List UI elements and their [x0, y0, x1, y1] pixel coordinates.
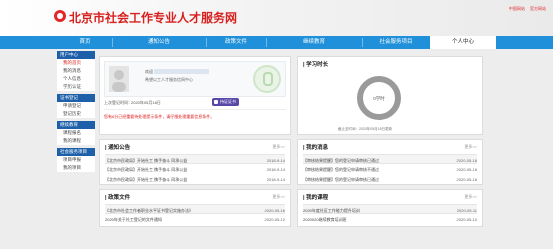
certificate-button[interactable]: 持证证书 — [212, 98, 239, 106]
messages-more-link[interactable]: 更多>> — [464, 144, 477, 150]
sidebar-item-my-projects[interactable]: 我的项目 — [57, 164, 95, 172]
sidebar-item-personal-info[interactable]: 个人信息 — [57, 75, 95, 83]
study-time-ring: 0学时 — [357, 76, 401, 120]
avatar-placeholder-icon — [112, 70, 126, 92]
username-redacted — [154, 69, 209, 74]
list-item-title: 【北京市民政局】开始社工 携手奋斗 同承公益 — [105, 177, 188, 182]
courses-title: | 我的课程 — [303, 195, 329, 201]
study-time-title: | 学习时长 — [303, 62, 329, 68]
policies-panel: | 政策文件 更多>> 《北京市社会工作者职业水平证书登记实施办法》 2020-0… — [99, 189, 291, 227]
top-link[interactable]: 中国网站 — [509, 6, 525, 11]
nav-item-education[interactable]: 继续教育 — [266, 36, 362, 49]
divider — [104, 109, 286, 110]
list-item[interactable]: 【审核结果提醒】您的登记申请审核已通过 2020-05-18 — [303, 174, 477, 184]
certificate-button-label: 持证证书 — [220, 99, 236, 104]
nav-item-service-projects[interactable]: 社会服务项目 — [362, 36, 430, 49]
profile-badge-icon — [253, 65, 281, 93]
ring-value-text: 0学时 — [373, 95, 385, 101]
site-title: 北京市社会工作专业人才服务网 — [69, 11, 238, 25]
sidebar-group-service-projects: 社会服务项目 — [57, 148, 95, 156]
list-item[interactable]: 《北京市社会工作者职业水平证书登记实施办法》 2020-05-16 — [105, 204, 285, 214]
list-item[interactable]: 【审核结果提醒】您的登记申请审核已通过 2020-05-18 — [303, 154, 477, 164]
list-item[interactable]: 【北京市民政局】开始社工 携手奋斗 同承公益 2018-9-14 — [105, 164, 285, 174]
sidebar-item-registration-history[interactable]: 登记历史 — [57, 110, 95, 118]
list-item-title: 2020020继续教育培训班 — [303, 217, 347, 222]
list-item-title: 【北京市民政局】开始社工 携手奋斗 同承公益 — [105, 167, 188, 172]
sidebar-item-education-cert[interactable]: 学历认证 — [57, 83, 95, 91]
nav-item-policies[interactable]: 政策文件 — [206, 36, 266, 49]
list-item[interactable]: 2020年关于社工登记的文件通知 2020-05-12 — [105, 214, 285, 224]
notices-title: | 通知公告 — [105, 145, 131, 151]
list-item-date: 2020-05-16 — [264, 208, 285, 213]
main-nav: 首页 通知公告 政策文件 继续教育 社会服务项目 个人中心 — [0, 36, 553, 49]
notices-panel: | 通知公告 更多>> 【北京市民政局】开始社工 携手奋斗 同承公益 2018-9… — [99, 139, 291, 185]
profile-panel: 欢迎 希望以工人才服务信网中心 上次登记时间： 2020年05月18日 持证证书… — [99, 56, 291, 135]
list-item-date: 2018-9-14 — [266, 167, 285, 172]
sidebar-item-my-home[interactable]: 我的首页 — [57, 59, 95, 67]
study-time-panel: | 学习时长 0学时 截止至时间：2020年05月18日更新 — [297, 56, 483, 135]
top-links: 中国网站 官方网站 — [505, 6, 546, 12]
certificate-icon — [214, 100, 218, 104]
list-item-date: 2020-05-18 — [456, 158, 477, 163]
messages-title: | 我的消息 — [303, 145, 329, 151]
list-item[interactable]: 【审核结果提醒】您的登记申请审核不通过 2020-05-18 — [303, 164, 477, 174]
last-login-value: 2020年05月18日 — [131, 100, 161, 105]
profile-subtitle: 希望以工人才服务信网中心 — [145, 77, 193, 82]
sidebar-item-my-messages[interactable]: 我的消息 — [57, 67, 95, 75]
list-item-title: 【审核结果提醒】您的登记申请审核不通过 — [303, 167, 379, 172]
sidebar: 用户中心 我的首页 我的消息 个人信息 学历认证 证书登记 申请登记 登记历史 … — [57, 50, 95, 172]
sidebar-item-course-signup[interactable]: 课程报名 — [57, 129, 95, 137]
avatar — [109, 66, 129, 92]
policies-title: | 政策文件 — [105, 195, 131, 201]
badge-mark — [263, 72, 273, 86]
nav-item-home[interactable]: 首页 — [58, 36, 112, 49]
greeting-text: 欢迎 — [145, 69, 153, 74]
list-item-date: 2020-05-18 — [456, 177, 477, 182]
nav-item-personal-center[interactable]: 个人中心 — [430, 36, 496, 49]
last-login-label: 上次登记时间： — [104, 100, 132, 105]
profile-card: 欢迎 希望以工人才服务信网中心 — [104, 61, 286, 97]
list-item-date: 2020-05-11 — [456, 208, 477, 213]
site-header: 北京市社会工作专业人才服务网 中国网站 官方网站 — [0, 0, 553, 36]
sidebar-item-my-courses[interactable]: 我的课程 — [57, 137, 95, 145]
site-logo-icon — [54, 10, 66, 22]
top-link[interactable]: 官方网站 — [530, 6, 546, 11]
nav-item-notices[interactable]: 通知公告 — [112, 36, 206, 49]
sidebar-group-user-center: 用户中心 — [57, 51, 95, 59]
list-item-date: 2020-05-12 — [264, 217, 285, 222]
list-item-date: 2018-9-14 — [266, 158, 285, 163]
list-item-date: 2018-9-14 — [266, 177, 285, 182]
sidebar-item-project-apply[interactable]: 项目申报 — [57, 156, 95, 164]
study-deadline: 截止至时间：2020年05月18日更新 — [338, 127, 393, 131]
policies-more-link[interactable]: 更多>> — [272, 194, 285, 200]
sidebar-group-certificate: 证书登记 — [57, 94, 95, 102]
courses-panel: | 我的课程 更多>> 2020年度社区工作能力提升培训 2020-05-11 2… — [297, 189, 483, 227]
messages-panel: | 我的消息 更多>> 【审核结果提醒】您的登记申请审核已通过 2020-05-1… — [297, 139, 483, 185]
list-item-date: 2020-05-10 — [456, 217, 477, 222]
list-item[interactable]: 【北京市民政局】开始社工 携手奋斗 同承公益 2018-9-14 — [105, 154, 285, 164]
list-item[interactable]: 2020020继续教育培训班 2020-05-10 — [303, 214, 477, 224]
list-item[interactable]: 【北京市民政局】开始社工 携手奋斗 同承公益 2018-9-14 — [105, 174, 285, 184]
sidebar-group-education: 继续教育 — [57, 121, 95, 129]
notices-more-link[interactable]: 更多>> — [272, 144, 285, 150]
list-item-date: 2020-05-18 — [456, 167, 477, 172]
list-item[interactable]: 2020年度社区工作能力提升培训 2020-05-11 — [303, 204, 477, 214]
courses-more-link[interactable]: 更多>> — [464, 194, 477, 200]
sidebar-item-apply-registration[interactable]: 申请登记 — [57, 102, 95, 110]
list-item-title: 2020年关于社工登记的文件通知 — [105, 217, 162, 222]
notice-text: 您有6分已经重要待处理提示条件，请仔细处理重要信息条件。 — [104, 114, 215, 119]
list-item-title: 【审核结果提醒】您的登记申请审核已通过 — [303, 177, 379, 182]
